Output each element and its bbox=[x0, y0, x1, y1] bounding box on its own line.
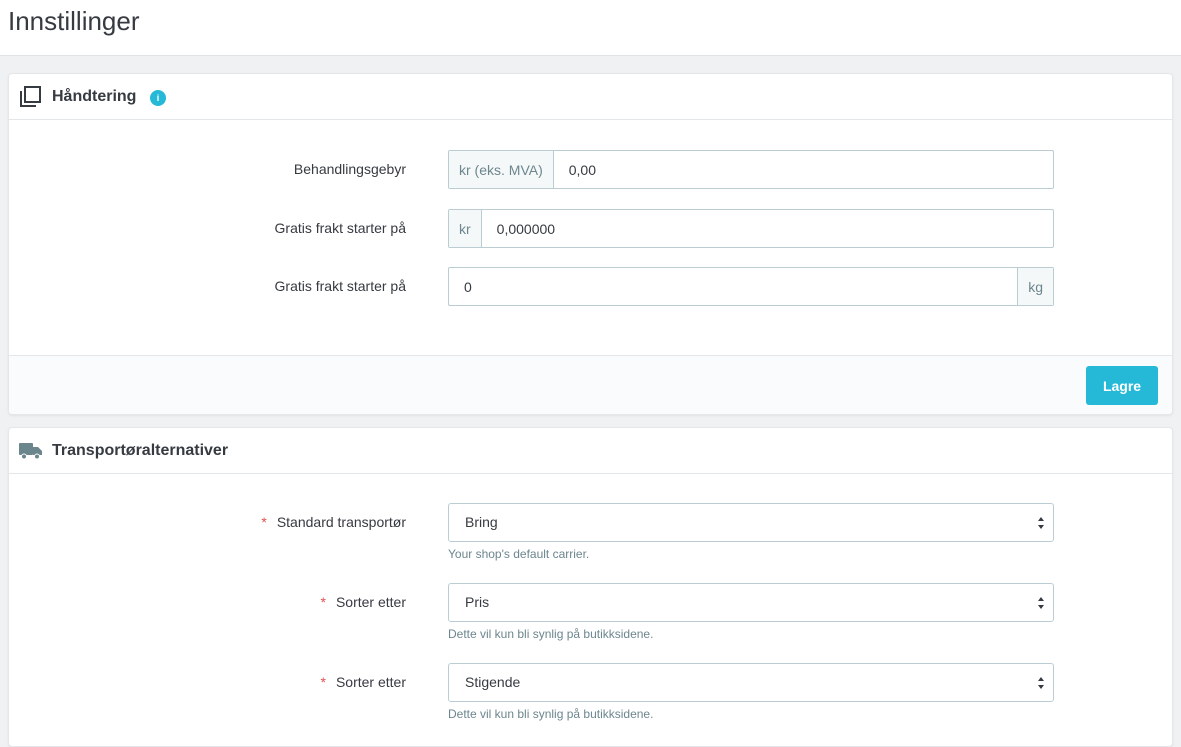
sort-by-help: Dette vil kun bli synlig på butikksidene… bbox=[448, 627, 654, 641]
handling-panel: Håndtering i Behandlingsgebyr kr (eks. M… bbox=[8, 73, 1173, 415]
info-icon[interactable]: i bbox=[150, 90, 166, 106]
free-shipping-weight-input-group[interactable]: 0 kg bbox=[448, 267, 1054, 306]
handling-panel-heading: Håndtering i bbox=[9, 74, 1172, 120]
default-carrier-value: Bring bbox=[465, 514, 498, 530]
sort-order-select[interactable]: Stigende bbox=[448, 663, 1054, 702]
carrier-options-panel: Transportøralternativer * Standard transp… bbox=[8, 427, 1173, 747]
sort-order-help: Dette vil kun bli synlig på butikksidene… bbox=[448, 707, 654, 721]
page-header: Innstillinger bbox=[0, 0, 1181, 56]
default-carrier-label: Standard transportør bbox=[276, 514, 406, 530]
handling-panel-title: Håndtering bbox=[52, 88, 137, 105]
carrier-panel-heading: Transportøralternativer bbox=[9, 428, 1172, 474]
free-shipping-weight-suffix: kg bbox=[1017, 268, 1053, 305]
free-shipping-price-input-group[interactable]: kr 0,000000 bbox=[448, 209, 1054, 248]
copy-icon bbox=[19, 86, 41, 113]
sort-by-label: Sorter etter bbox=[335, 594, 406, 610]
sort-order-value: Stigende bbox=[465, 674, 521, 690]
required-marker: * bbox=[320, 674, 326, 690]
handling-fee-prefix: kr (eks. MVA) bbox=[449, 151, 554, 188]
truck-icon bbox=[19, 441, 43, 466]
free-shipping-price-label: Gratis frakt starter på bbox=[274, 220, 406, 236]
required-marker: * bbox=[261, 514, 267, 530]
sort-by-value: Pris bbox=[465, 594, 490, 610]
free-shipping-weight-input[interactable]: 0 bbox=[449, 268, 1017, 305]
select-arrows-icon bbox=[1038, 517, 1044, 529]
handling-panel-footer: Lagre bbox=[9, 355, 1172, 414]
sort-order-label-wrap: * Sorter etter bbox=[321, 673, 406, 691]
free-shipping-price-prefix: kr bbox=[449, 210, 482, 247]
handling-fee-input-group[interactable]: kr (eks. MVA) 0,00 bbox=[448, 150, 1054, 189]
sort-order-label: Sorter etter bbox=[335, 674, 406, 690]
default-carrier-help: Your shop's default carrier. bbox=[448, 547, 590, 561]
select-arrows-icon bbox=[1038, 597, 1044, 609]
default-carrier-label-wrap: * Standard transportør bbox=[261, 513, 406, 531]
free-shipping-price-input[interactable]: 0,000000 bbox=[482, 210, 1053, 247]
handling-fee-input[interactable]: 0,00 bbox=[554, 151, 1053, 188]
sort-by-select[interactable]: Pris bbox=[448, 583, 1054, 622]
default-carrier-select[interactable]: Bring bbox=[448, 503, 1054, 542]
page-title: Innstillinger bbox=[8, 6, 140, 36]
required-marker: * bbox=[320, 594, 326, 610]
sort-by-label-wrap: * Sorter etter bbox=[321, 593, 406, 611]
free-shipping-weight-label: Gratis frakt starter på bbox=[274, 278, 406, 294]
select-arrows-icon bbox=[1038, 677, 1044, 689]
carrier-panel-title: Transportøralternativer bbox=[52, 442, 229, 459]
save-button[interactable]: Lagre bbox=[1086, 366, 1158, 405]
handling-fee-label: Behandlingsgebyr bbox=[293, 161, 406, 177]
